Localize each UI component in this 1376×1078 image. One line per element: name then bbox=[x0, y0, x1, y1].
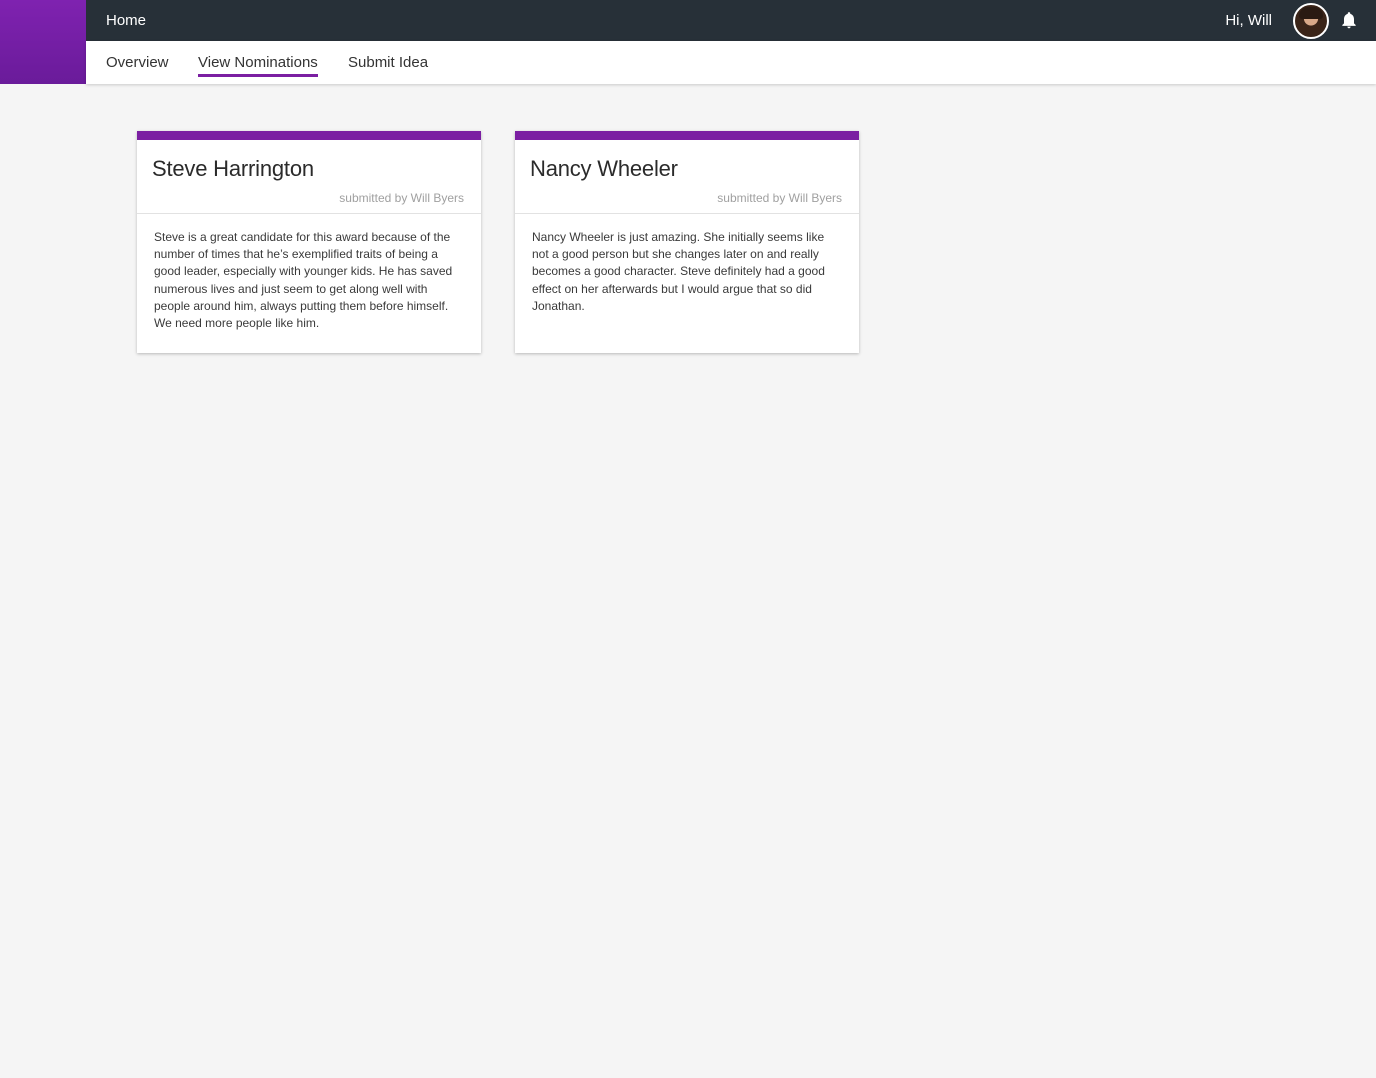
user-avatar[interactable] bbox=[1293, 3, 1329, 39]
submitted-by: submitted by Will Byers bbox=[717, 191, 842, 205]
top-bar: Home Hi, Will bbox=[86, 0, 1376, 41]
section-tabs: Overview View Nominations Submit Idea bbox=[86, 41, 1376, 84]
user-greeting: Hi, Will bbox=[1225, 12, 1272, 29]
card-divider bbox=[515, 213, 859, 214]
home-link[interactable]: Home bbox=[106, 0, 146, 41]
tab-view-nominations[interactable]: View Nominations bbox=[198, 41, 318, 84]
avatar-hair bbox=[1299, 7, 1323, 19]
tab-submit-idea[interactable]: Submit Idea bbox=[348, 41, 428, 84]
submitted-by: submitted by Will Byers bbox=[339, 191, 464, 205]
brand-logo-block[interactable] bbox=[0, 0, 86, 84]
nominee-name: Steve Harrington bbox=[152, 156, 314, 181]
nomination-description: Nancy Wheeler is just amazing. She initi… bbox=[532, 230, 825, 313]
nomination-description: Steve is a great candidate for this awar… bbox=[154, 230, 453, 331]
nomination-card[interactable]: Steve Harrington submitted by Will Byers… bbox=[137, 131, 481, 353]
nominee-name: Nancy Wheeler bbox=[530, 156, 678, 181]
bell-icon[interactable] bbox=[1339, 9, 1359, 31]
tab-overview[interactable]: Overview bbox=[106, 41, 169, 84]
nomination-card[interactable]: Nancy Wheeler submitted by Will Byers Na… bbox=[515, 131, 859, 353]
card-divider bbox=[137, 213, 481, 214]
